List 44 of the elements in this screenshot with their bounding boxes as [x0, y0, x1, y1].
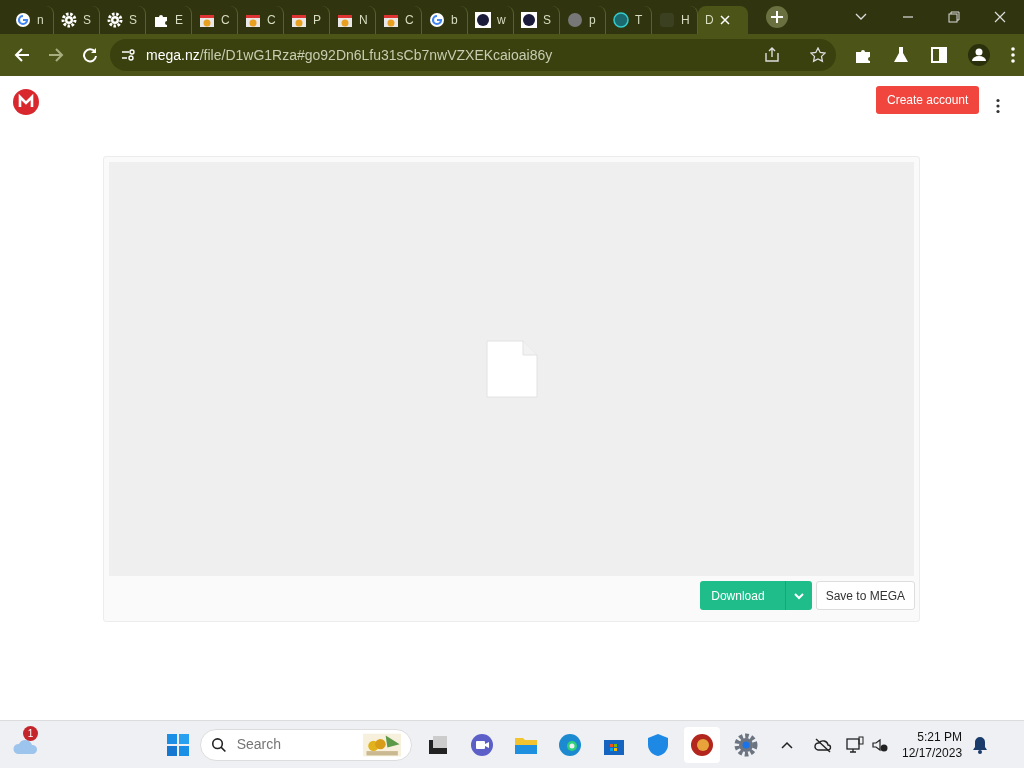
profile-avatar-icon[interactable]	[968, 44, 990, 66]
site-settings-icon	[120, 47, 136, 63]
save-to-mega-button[interactable]: Save to MEGA	[815, 581, 915, 610]
notification-bell-icon[interactable]	[972, 735, 989, 754]
gear-icon	[107, 12, 123, 28]
caret-icon	[793, 592, 804, 601]
new-tab-icon[interactable]	[766, 6, 788, 28]
circle-icon	[613, 12, 629, 28]
browser-icon	[558, 732, 582, 757]
more-menu-icon[interactable]	[995, 97, 1001, 114]
search-icon	[211, 735, 227, 754]
video-chat-icon	[470, 732, 494, 757]
clock[interactable]: 5:21 PM 12/17/2023	[902, 728, 963, 761]
create-account-button[interactable]: Create account	[876, 86, 980, 114]
puzzle-icon	[153, 12, 169, 28]
bookmark-star-icon[interactable]	[810, 47, 826, 63]
notification-badge: 1	[23, 726, 38, 741]
search-bar[interactable]: Search	[200, 728, 412, 761]
chevron-up-icon[interactable]	[780, 739, 794, 750]
address-bar[interactable]: mega.nz/file/D1wG1Rza#go92Dn6Lfu31sCb7nwVZXEKcaioai86y	[110, 39, 836, 71]
forward-arrow-icon	[48, 47, 64, 63]
volume-muted-icon[interactable]	[872, 736, 888, 753]
google-icon	[429, 12, 445, 28]
network-icon[interactable]	[846, 735, 864, 754]
chevron-down-icon[interactable]	[854, 12, 868, 22]
flask-icon[interactable]	[892, 46, 910, 64]
share-icon[interactable]	[764, 47, 780, 63]
gear-icon	[61, 12, 77, 28]
side-panel-icon[interactable]	[930, 46, 948, 64]
reload-icon	[82, 47, 98, 63]
back-arrow-icon	[14, 47, 30, 63]
circle-logo-icon	[690, 732, 714, 757]
chrome-button[interactable]	[684, 726, 720, 763]
file-icon	[485, 340, 538, 398]
more-menu-icon[interactable]	[1010, 46, 1016, 64]
logo-icon[interactable]	[13, 89, 39, 115]
settings-icon	[734, 732, 758, 757]
browser-tab[interactable]: D	[698, 6, 748, 34]
google-icon	[15, 12, 31, 28]
start-icon	[166, 732, 190, 757]
restore-icon[interactable]	[948, 11, 960, 23]
close-icon[interactable]	[994, 11, 1006, 23]
cloud-offline-icon[interactable]	[814, 736, 832, 753]
search-field[interactable]: Search	[234, 733, 355, 756]
